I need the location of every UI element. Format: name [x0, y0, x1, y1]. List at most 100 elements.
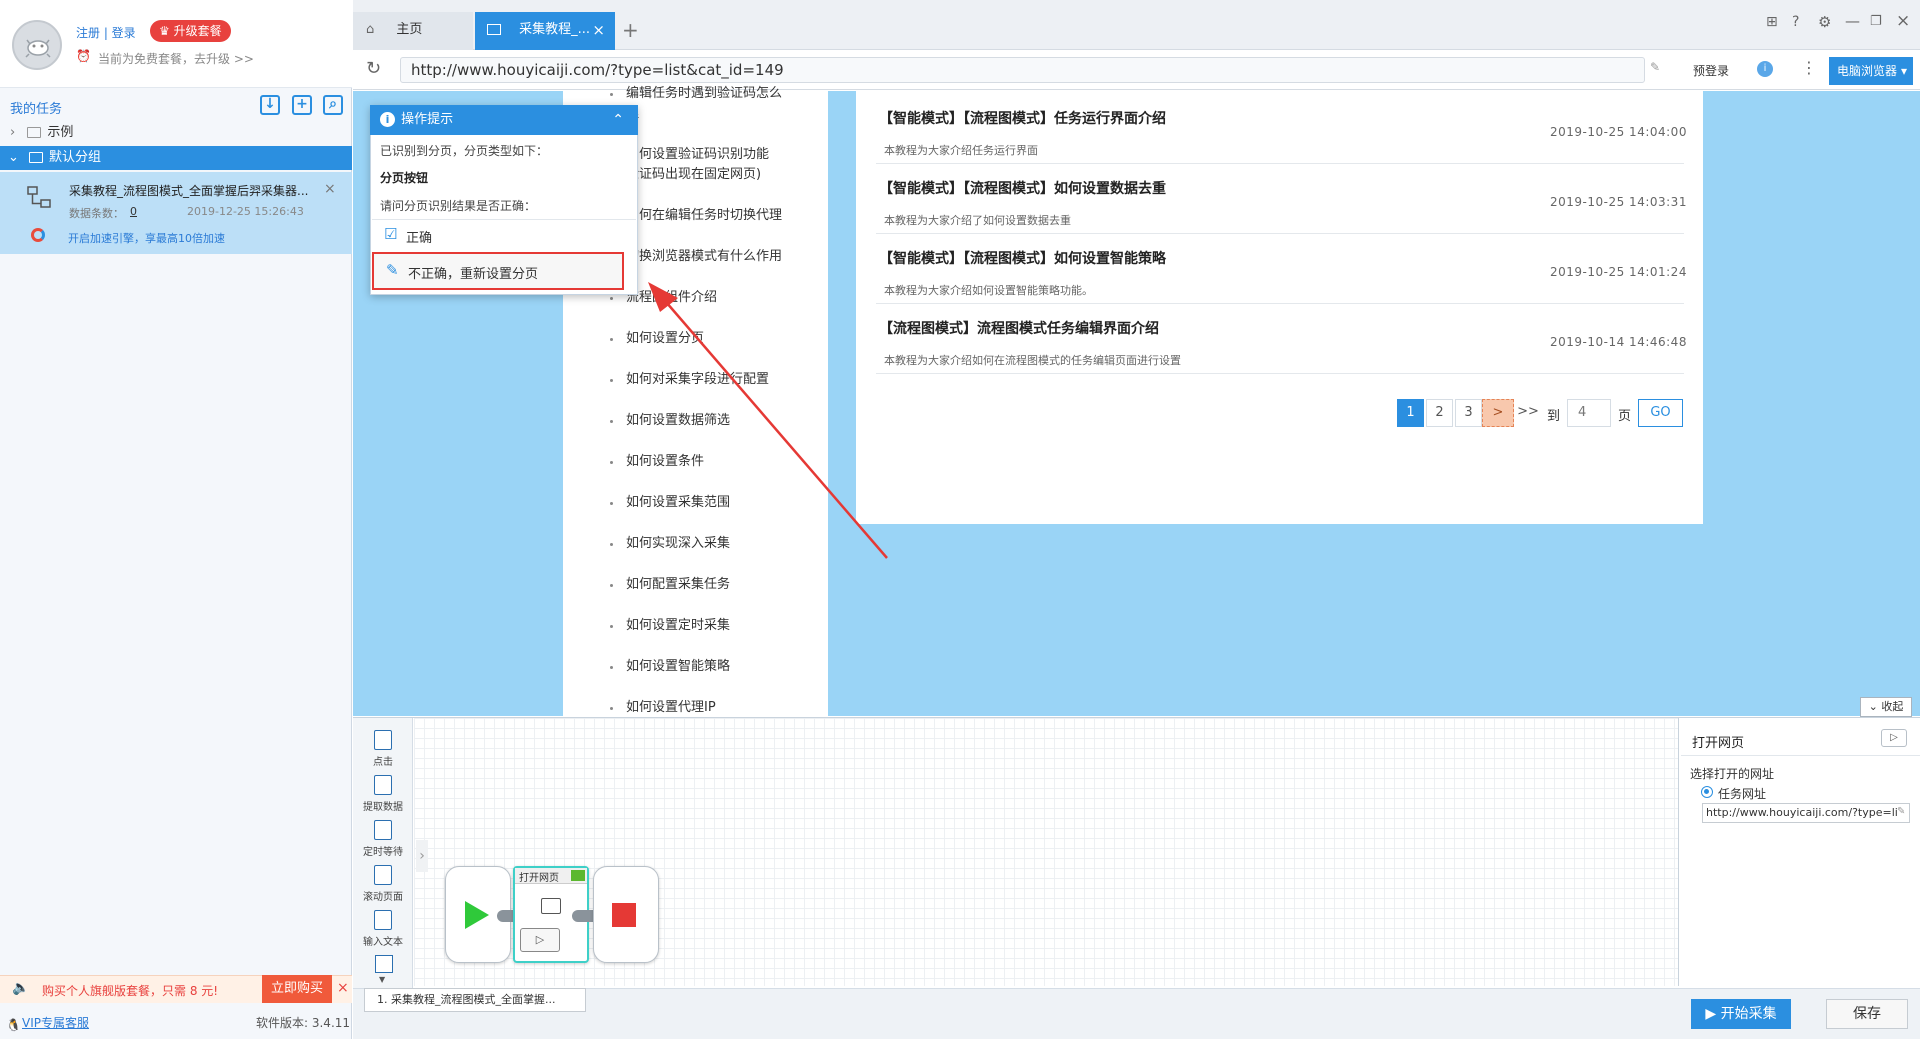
next-page-button[interactable]: > [1482, 399, 1514, 427]
nav-bullet [610, 461, 613, 464]
import-task-icon[interactable]: ↓ [260, 95, 280, 115]
end-node[interactable] [593, 866, 659, 963]
incorrect-option[interactable]: ✎ 不正确，重新设置分页 [372, 252, 624, 290]
tool-label: 定时等待 [363, 847, 403, 858]
go-button[interactable]: GO [1638, 399, 1683, 427]
article-title[interactable]: 【智能模式】【流程图模式】如何设置智能策略 [879, 248, 1166, 268]
tab-tutorial[interactable]: 采集教程_... × [475, 12, 615, 50]
nav-bullet [610, 666, 613, 669]
more-tool-icon[interactable] [375, 955, 393, 973]
nav-bullet [610, 502, 613, 505]
register-login-link[interactable]: 注册 | 登录 [76, 24, 136, 41]
nav-item[interactable]: 如何在编辑任务时切换代理 [626, 206, 782, 226]
refresh-icon[interactable]: ↻ [366, 58, 381, 79]
task-date: 2019-12-25 15:26:43 [187, 205, 304, 218]
correct-option[interactable]: ☑ 正确 [372, 222, 622, 248]
edit-field-icon[interactable]: ✎ [1897, 806, 1905, 817]
nav-item[interactable]: 如何设置验证码识别功能 [626, 145, 769, 165]
close-icon[interactable]: × [324, 181, 336, 197]
page-2[interactable]: 2 [1426, 399, 1453, 427]
new-tab-icon[interactable]: + [622, 18, 639, 42]
article-title[interactable]: 【流程图模式】流程图模式任务编辑界面介绍 [879, 318, 1159, 338]
collapse-button[interactable]: ⌄ 收起 [1860, 697, 1912, 717]
nav-item[interactable]: 如何设置定时采集 [626, 616, 730, 636]
close-tab-icon[interactable]: × [592, 12, 605, 48]
nav-bullet [610, 584, 613, 587]
tab-home-label: 主页 [396, 22, 423, 37]
property-title: 打开网页 [1692, 736, 1745, 751]
nav-item[interactable]: 切换浏览器模式有什么作用 [626, 247, 782, 267]
article-desc: 本教程为大家介绍了如何设置数据去重 [884, 214, 1071, 227]
check-icon: ☑ [384, 225, 398, 243]
task-url-radio[interactable] [1701, 786, 1713, 798]
tool-timed-wait[interactable]: 定时等待 [353, 820, 413, 858]
close-promo-icon[interactable]: × [337, 980, 349, 996]
nav-item[interactable]: 验证码出现在固定网页) [626, 165, 761, 185]
nav-item[interactable]: 如何配置采集任务 [626, 575, 730, 595]
tab-home[interactable]: ⌂ 主页 [353, 12, 473, 50]
save-button[interactable]: 保存 [1826, 999, 1908, 1029]
nav-bullet [610, 543, 613, 546]
article-title[interactable]: 【智能模式】【流程图模式】任务运行界面介绍 [879, 108, 1166, 128]
gift-icon[interactable]: ⊞ [1766, 14, 1778, 30]
close-window-icon[interactable]: × [1896, 11, 1910, 31]
tree-group-default[interactable]: ⌄ 默认分组 [0, 146, 352, 170]
crown-icon: ♛ [159, 24, 174, 38]
expand-toolbox-icon[interactable]: › [416, 840, 428, 872]
tool-extract-data[interactable]: 提取数据 [353, 775, 413, 813]
page-1[interactable]: 1 [1397, 399, 1424, 427]
tool-label: 点击 [373, 757, 393, 768]
page-number-input[interactable]: 4 [1567, 399, 1611, 427]
flow-task-tab[interactable]: 1. 采集教程_流程图模式_全面掌握... [364, 988, 586, 1012]
free-plan-notice[interactable]: 当前为免费套餐，去升级 >> [98, 50, 254, 67]
pre-login-button[interactable]: 预登录 [1693, 62, 1729, 79]
accelerate-link[interactable]: 开启加速引擎，享最高10倍加速 [68, 230, 225, 246]
last-page-button[interactable]: >> [1516, 399, 1540, 427]
collapse-hint-icon[interactable]: ⌃ [612, 105, 624, 135]
input-text-icon [374, 910, 392, 930]
buy-now-button[interactable]: 立即购买 [262, 975, 332, 1003]
node-play-icon[interactable]: ▷ [520, 928, 560, 952]
data-count-label: 数据条数： [69, 207, 124, 220]
vip-service-link[interactable]: VIP专属客服 [22, 1010, 89, 1036]
tool-input-text[interactable]: 输入文本 [353, 910, 413, 948]
more-options-icon[interactable]: ⋮ [1801, 58, 1817, 77]
promo-text: 购买个人旗舰版套餐，只需 8 元! [42, 984, 219, 998]
article-title[interactable]: 【智能模式】【流程图模式】如何设置数据去重 [879, 178, 1166, 198]
page-3[interactable]: 3 [1455, 399, 1482, 427]
scroll-down-icon[interactable]: ▼ [379, 975, 385, 984]
task-url-field[interactable]: http://www.houyicaiji.com/?type=li [1702, 803, 1910, 823]
nav-item[interactable]: 如何设置智能策略 [626, 657, 730, 677]
url-input[interactable]: http://www.houyicaiji.com/?type=list&cat… [400, 57, 1645, 83]
restore-icon[interactable]: ❐ [1870, 14, 1882, 29]
avatar[interactable] [12, 20, 62, 70]
nav-bullet [610, 420, 613, 423]
divider [876, 233, 1684, 234]
start-collect-button[interactable]: ▶ 开始采集 [1691, 999, 1791, 1029]
new-task-icon[interactable]: + [292, 95, 312, 115]
my-tasks-title: 我的任务 [10, 102, 63, 117]
divider [876, 303, 1684, 304]
group-label: 默认分组 [49, 150, 102, 165]
correct-label: 正确 [406, 231, 433, 246]
data-count-value[interactable]: 0 [130, 205, 137, 218]
tool-scroll-page[interactable]: 滚动页面 [353, 865, 413, 903]
settings-icon[interactable]: ⚙ [1818, 13, 1831, 31]
node-status-icon [571, 870, 585, 881]
tool-click[interactable]: 点击 [353, 730, 413, 768]
run-step-icon[interactable]: ▷ [1881, 729, 1907, 747]
minimize-icon[interactable]: — [1845, 12, 1860, 30]
nav-item[interactable]: 如何设置代理IP [626, 698, 716, 718]
browser-mode-button[interactable]: 电脑浏览器 ▾ [1829, 57, 1913, 85]
flowchart-task-icon [27, 186, 51, 208]
tree-group-example[interactable]: › 示例 [0, 121, 352, 145]
user-status-icon[interactable]: i [1757, 61, 1773, 77]
edit-url-icon[interactable]: ✎ [1650, 60, 1660, 74]
task-item[interactable]: 采集教程_流程图模式_全面掌握后羿采集器... × 数据条数： 0 2019-1… [0, 172, 352, 254]
divider [372, 219, 636, 220]
help-icon[interactable]: ? [1792, 14, 1799, 30]
search-task-icon[interactable]: ⌕ [323, 95, 343, 115]
nav-item[interactable]: 编辑任务时遇到验证码怎么 [626, 84, 782, 104]
upgrade-button[interactable]: ♛ 升级套餐 [150, 20, 231, 42]
tab-tutorial-label: 采集教程_... [519, 22, 591, 37]
